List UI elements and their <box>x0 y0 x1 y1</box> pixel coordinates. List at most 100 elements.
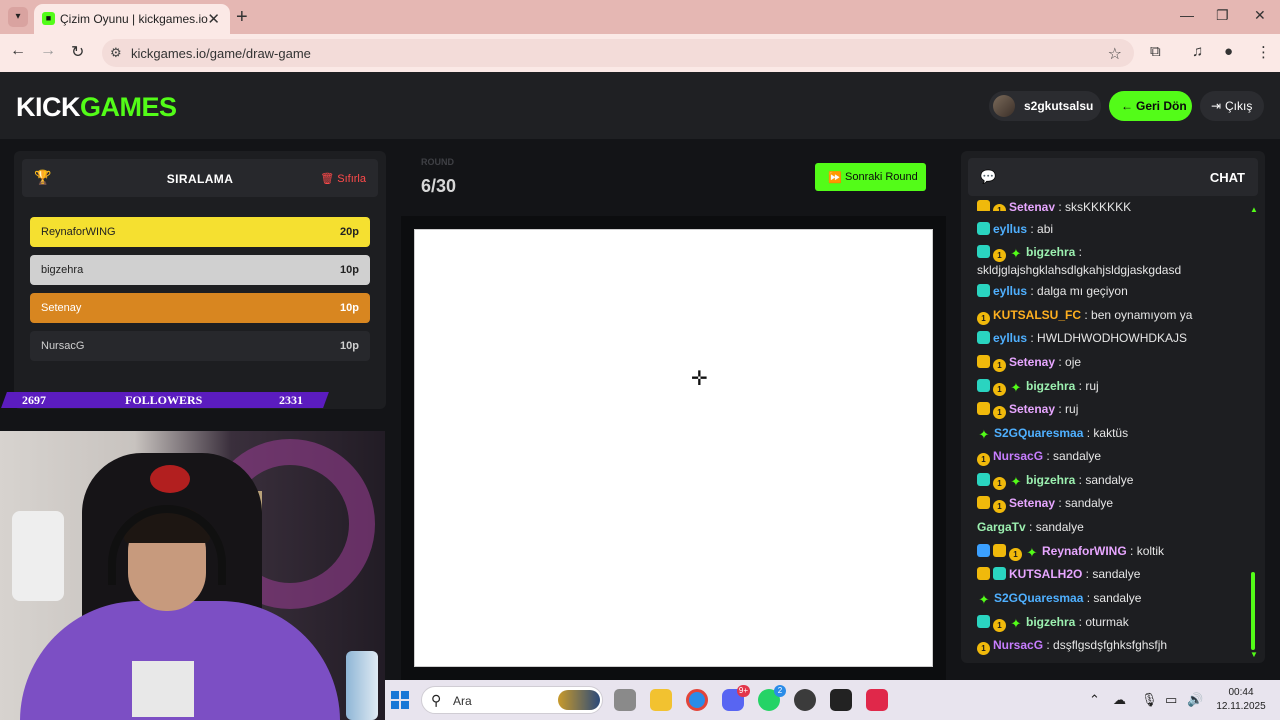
gift-badge-icon: 1 <box>977 642 990 655</box>
crosshair-cursor-icon: ✛ <box>691 368 708 390</box>
crown-badge-icon <box>993 544 1006 557</box>
gift-badge-icon: 1 <box>993 406 1006 419</box>
search-highlight-image <box>558 690 600 710</box>
subscriber-badge-icon <box>977 615 990 628</box>
username: s2gkutsalsu <box>1024 99 1094 113</box>
minimize-icon[interactable]: — <box>1180 7 1194 23</box>
scroll-up-icon[interactable]: ▲ <box>1250 205 1258 214</box>
profile-icon[interactable]: ● <box>1224 43 1233 60</box>
chat-message: 1 ✦ bigzehra : sandalye <box>977 472 1251 490</box>
logout-button[interactable]: ⇥ Çıkış <box>1200 91 1264 121</box>
windows-taskbar: ⚲ Ara 9+ 2 ⌃ ☁ 🎙 ▭ 🔊 00:44 12.11.2025 <box>385 680 1280 720</box>
bookmark-star-icon[interactable]: ☆ <box>1108 44 1122 64</box>
drawing-canvas[interactable] <box>414 229 933 667</box>
subscriber-badge-icon <box>977 331 990 344</box>
gift-badge-icon: 1 <box>993 204 1006 211</box>
gift-badge-icon: 1 <box>993 619 1006 632</box>
windows-start-icon[interactable] <box>391 691 409 709</box>
followers-bar: 2697 FOLLOWERS 2331 <box>4 392 326 408</box>
tab-list-button[interactable]: ▾ <box>8 7 28 27</box>
browser-tab[interactable]: ■ Çizim Oyunu | kickgames.io ✕ <box>34 4 230 34</box>
reload-icon[interactable]: ↻ <box>71 42 84 62</box>
chat-bubbles-icon: 💬 <box>980 169 997 184</box>
chat-scrollbar[interactable] <box>1251 572 1255 650</box>
chat-panel: 💬 CHAT 1 Setenay : sksKKKKKK eyllus : abi… <box>961 151 1265 663</box>
gift-badge-icon: 1 <box>993 500 1006 513</box>
sparkle-badge-icon: ✦ <box>978 427 990 442</box>
url-text[interactable]: kickgames.io/game/draw-game <box>131 46 311 61</box>
chat-message: eyllus : dalga mı geçiyon <box>977 283 1251 299</box>
scroll-down-icon[interactable]: ▼ <box>1250 650 1258 659</box>
sparkle-badge-icon: ✦ <box>1010 616 1022 631</box>
sparkle-badge-icon: ✦ <box>1010 246 1022 261</box>
next-round-button[interactable]: ⏩ Sonraki Round <box>815 163 926 191</box>
subscriber-badge-icon <box>977 473 990 486</box>
cloud-icon[interactable]: ☁ <box>1113 692 1126 708</box>
chat-message: ✦ S2GQuaresmaa : kaktüs <box>978 426 1129 442</box>
more-menu-icon[interactable]: ⋮ <box>1256 43 1271 61</box>
discord-icon[interactable]: 9+ <box>722 685 750 711</box>
crown-badge-icon <box>977 496 990 509</box>
extensions-icon[interactable]: ⧉ <box>1150 43 1161 60</box>
chat-message: 1 NursacG : sandalye <box>977 448 1251 466</box>
chat-message: 1 KUTSALSU_FC : ben oynamıyom ya <box>977 307 1251 325</box>
followers-label: FOLLOWERS <box>125 393 203 407</box>
chat-message: 1 ✦ ReynaforWING : koltik <box>977 543 1251 561</box>
valorant-icon[interactable] <box>866 689 888 711</box>
chat-message: KUTSALH2O : sandalye <box>977 566 1251 582</box>
gift-badge-icon: 1 <box>993 477 1006 490</box>
chrome-icon[interactable] <box>686 689 708 711</box>
display-icon[interactable]: ▭ <box>1165 692 1177 708</box>
crown-badge-icon <box>977 200 990 211</box>
leaderboard-row: Setenay 10p <box>30 293 370 323</box>
subscriber-badge-icon <box>977 379 990 392</box>
volume-icon[interactable]: 🔊 <box>1187 692 1203 708</box>
obs-icon[interactable] <box>794 689 816 711</box>
browser-tabbar: ▾ ■ Çizim Oyunu | kickgames.io ✕ + — ❐ ✕ <box>0 0 1280 34</box>
leaderboard-row: ReynaforWING 20p <box>30 217 370 247</box>
whatsapp-icon[interactable]: 2 <box>758 685 786 711</box>
subscriber-badge-icon <box>977 284 990 297</box>
chevron-up-icon[interactable]: ⌃ <box>1089 692 1100 708</box>
moderator-badge-icon <box>977 544 990 557</box>
address-bar[interactable]: ⚙ kickgames.io/game/draw-game ☆ <box>102 39 1134 67</box>
logout-icon: ⇥ <box>1211 99 1222 113</box>
reset-button[interactable]: 🗑 Sıfırla <box>320 172 366 185</box>
webcam-overlay <box>0 431 385 720</box>
crown-badge-icon <box>977 402 990 415</box>
forward-arrow-icon[interactable]: → <box>40 42 56 60</box>
app-icon[interactable] <box>830 689 852 711</box>
chat-message: 1 ✦ bigzehra : skldjglajshgklahsdlgkahjsldg… <box>977 245 1182 277</box>
back-button[interactable]: ← Geri Dön <box>1109 91 1192 121</box>
chat-message: eyllus : abi <box>977 221 1251 237</box>
microphone-icon[interactable]: 🎙 <box>1141 692 1158 708</box>
task-view-icon[interactable] <box>614 689 636 711</box>
crown-badge-icon <box>977 355 990 368</box>
arrow-left-icon: ← <box>1121 99 1133 113</box>
subscriber-badge-icon <box>993 567 1006 580</box>
site-header: KICKGAMES s2gkutsalsu ← Geri Dön ⇥ Çıkış <box>0 72 1280 139</box>
restore-icon[interactable]: ❐ <box>1216 7 1229 24</box>
user-profile-pill[interactable]: s2gkutsalsu <box>989 91 1101 121</box>
new-tab-icon[interactable]: + <box>236 6 248 29</box>
media-controls-icon[interactable]: ♫ <box>1192 43 1203 60</box>
leaderboard-row: bigzehra 10p <box>30 255 370 285</box>
close-icon[interactable]: ✕ <box>207 10 220 28</box>
back-arrow-icon[interactable]: ← <box>10 42 26 60</box>
chat-header: 💬 CHAT <box>968 158 1258 196</box>
system-clock[interactable]: 00:44 12.11.2025 <box>1209 686 1273 714</box>
kickgames-logo[interactable]: KICKGAMES <box>16 92 177 123</box>
leaderboard-panel: 🏆 SIRALAMA 🗑 Sıfırla ReynaforWING 20p bi… <box>14 151 386 409</box>
taskbar-search[interactable]: ⚲ Ara <box>421 686 603 714</box>
window-close-icon[interactable]: ✕ <box>1254 7 1266 24</box>
chat-title: CHAT <box>1209 170 1245 185</box>
gift-badge-icon: 1 <box>993 249 1006 262</box>
file-explorer-icon[interactable] <box>650 689 672 711</box>
search-icon: ⚲ <box>431 692 442 708</box>
round-label: ROUND <box>421 157 454 167</box>
trash-icon: 🗑 <box>320 173 335 185</box>
subscriber-badge-icon <box>977 222 990 235</box>
crown-badge-icon <box>977 567 990 580</box>
kick-favicon-icon: ■ <box>42 12 55 25</box>
site-settings-icon[interactable]: ⚙ <box>110 45 122 61</box>
